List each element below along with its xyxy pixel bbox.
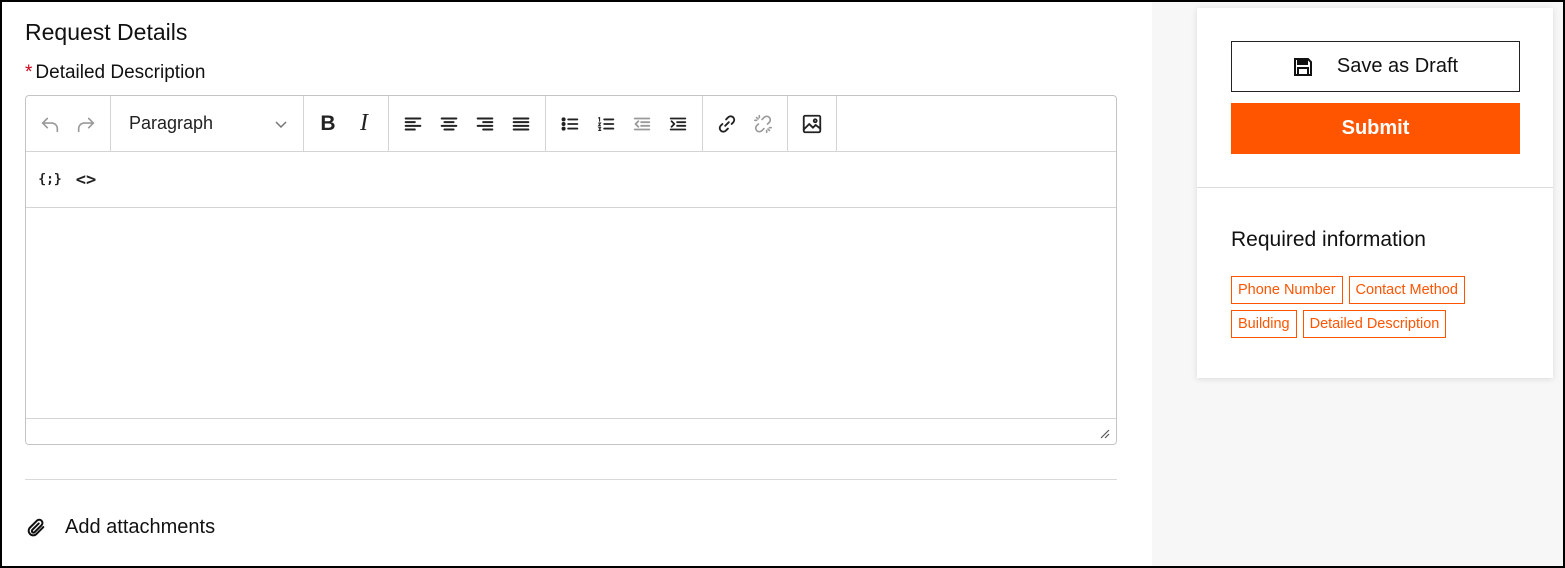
bold-icon: B <box>320 111 336 135</box>
save-draft-label: Save as Draft <box>1336 55 1459 77</box>
submit-button[interactable]: Submit <box>1231 103 1520 154</box>
editor-content-area[interactable] <box>26 208 1116 420</box>
resize-handle-icon[interactable] <box>1098 427 1110 439</box>
save-draft-button[interactable]: Save as Draft <box>1231 41 1520 92</box>
block-format-select[interactable]: Paragraph <box>117 113 297 134</box>
chevron-down-icon <box>275 120 287 128</box>
description-label: * Detailed Description <box>25 62 205 84</box>
source-code-button[interactable]: <> <box>68 162 104 198</box>
bold-button[interactable]: B <box>310 106 346 142</box>
align-right-icon <box>476 116 494 131</box>
undo-button[interactable] <box>32 106 68 142</box>
request-form-page: Request Details * Detailed Description Pa… <box>0 0 1565 568</box>
variable-icon: {;} <box>38 172 62 187</box>
list-group <box>546 96 703 151</box>
remove-link-button[interactable] <box>745 106 781 142</box>
required-tag-contact-method[interactable]: Contact Method <box>1348 276 1465 304</box>
history-group <box>26 96 111 151</box>
insert-image-button[interactable] <box>794 106 830 142</box>
required-info-title: Required information <box>1231 228 1426 251</box>
required-tag-detailed-description[interactable]: Detailed Description <box>1302 310 1447 338</box>
link-group <box>703 96 788 151</box>
paperclip-icon <box>27 518 45 536</box>
insert-link-button[interactable] <box>709 106 745 142</box>
outdent-icon <box>633 117 651 130</box>
alignment-group <box>389 96 546 151</box>
outdent-button[interactable] <box>624 106 660 142</box>
image-icon <box>802 114 822 133</box>
card-divider <box>1197 187 1553 188</box>
editor-toolbar-row-2: {;} <> <box>26 152 1116 208</box>
block-format-value: Paragraph <box>129 113 214 133</box>
description-label-text: Detailed Description <box>35 62 206 83</box>
floppy-disk-icon <box>1293 57 1312 76</box>
section-title: Request Details <box>25 19 188 45</box>
align-left-button[interactable] <box>395 106 431 142</box>
align-justify-icon <box>512 116 530 131</box>
editor-status-bar <box>26 418 1116 444</box>
media-group <box>788 96 837 151</box>
editor-toolbar-row-1: Paragraph B I <box>26 96 1116 152</box>
block-format-group: Paragraph <box>111 96 304 151</box>
numbered-list-icon <box>597 116 615 131</box>
align-right-button[interactable] <box>467 106 503 142</box>
bullet-list-button[interactable] <box>552 106 588 142</box>
indent-button[interactable] <box>660 106 696 142</box>
undo-icon <box>41 117 59 132</box>
code-icon: <> <box>75 169 97 190</box>
italic-button[interactable]: I <box>346 106 382 142</box>
required-tag-building[interactable]: Building <box>1231 310 1297 338</box>
redo-button[interactable] <box>68 106 104 142</box>
text-style-group: B I <box>304 96 389 151</box>
insert-variable-button[interactable]: {;} <box>32 162 68 198</box>
actions-card: Save as Draft Submit Required informatio… <box>1197 8 1553 378</box>
unlink-icon <box>753 114 773 133</box>
redo-icon <box>77 117 95 132</box>
required-tag-phone-number[interactable]: Phone Number <box>1231 276 1343 304</box>
main-content: Request Details * Detailed Description Pa… <box>2 2 1152 566</box>
link-icon <box>718 114 736 133</box>
rich-text-editor: Paragraph B I {;} <> <box>25 95 1117 445</box>
indent-icon <box>669 117 687 130</box>
required-marker: * <box>25 62 33 83</box>
align-center-button[interactable] <box>431 106 467 142</box>
add-attachments-label: Add attachments <box>65 516 216 538</box>
add-attachments-button[interactable]: Add attachments <box>25 516 215 539</box>
align-justify-button[interactable] <box>503 106 539 142</box>
bullet-list-icon <box>561 116 579 131</box>
section-divider <box>25 479 1117 480</box>
align-left-icon <box>404 116 422 131</box>
insert-group: {;} <> <box>26 152 110 207</box>
italic-icon: I <box>360 110 368 136</box>
required-info-tags: Phone Number Contact Method Building Det… <box>1231 276 1521 338</box>
numbered-list-button[interactable] <box>588 106 624 142</box>
align-center-icon <box>440 116 458 131</box>
